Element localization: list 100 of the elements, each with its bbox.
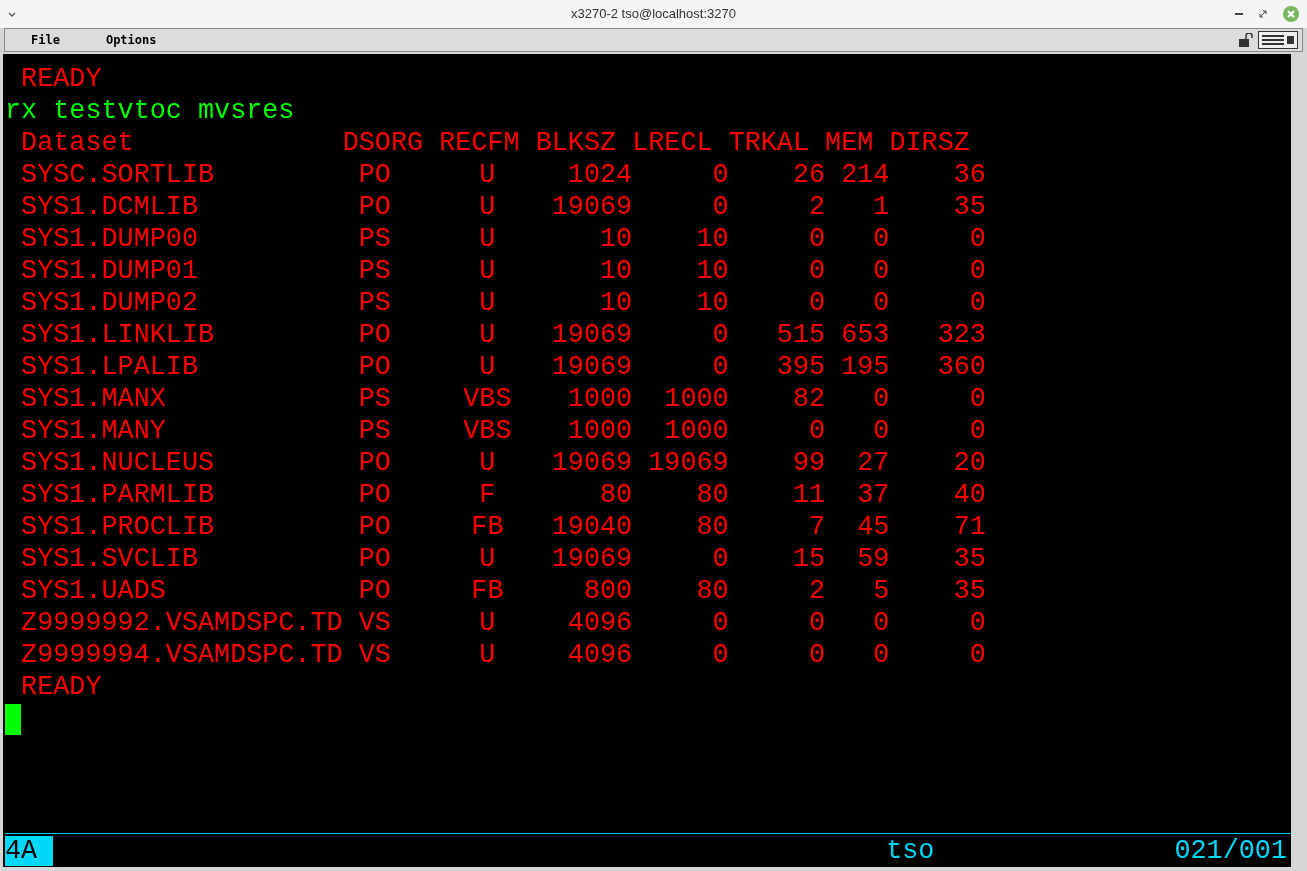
table-cell: 0 (712, 320, 729, 350)
table-cell: SYS1.NUCLEUS (21, 448, 215, 478)
table-cell: 800 (583, 576, 633, 606)
table-cell: 27 (857, 448, 890, 478)
table-cell: 80 (696, 576, 729, 606)
column-header: MEM (825, 127, 875, 159)
table-cell: 1000 (664, 416, 729, 446)
window-title: x3270-2 tso@localhost:3270 (571, 5, 736, 24)
table-cell: U (479, 448, 496, 478)
table-cell: 1000 (567, 384, 633, 414)
table-cell: 323 (937, 320, 986, 350)
table-cell: VBS (463, 384, 512, 414)
table-cell: 99 (792, 448, 826, 478)
table-cell: U (479, 352, 496, 382)
table-cell: U (479, 544, 496, 574)
table-cell: 0 (873, 640, 890, 670)
table-cell: 45 (857, 512, 890, 542)
table-cell: 80 (599, 480, 633, 510)
table-cell: Z9999992.VSAMDSPC.TD (21, 608, 343, 638)
table-cell: 0 (969, 384, 986, 414)
padlock-icon[interactable] (1238, 33, 1254, 47)
table-cell: 0 (969, 224, 986, 254)
table-cell: 0 (809, 640, 826, 670)
table-cell: SYS1.LINKLIB (21, 320, 215, 350)
table-cell: 1000 (664, 384, 729, 414)
table-cell: 37 (857, 480, 890, 510)
table-cell: PS (358, 288, 391, 318)
table-cell: 195 (841, 352, 890, 382)
table-cell: U (479, 288, 496, 318)
output-line: READY (20, 671, 102, 703)
table-cell: SYS1.MANX (21, 384, 166, 414)
column-header: BLKSZ (535, 127, 618, 159)
table-cell: PS (358, 416, 391, 446)
menu-item[interactable]: Options (79, 31, 183, 49)
table-cell: 214 (841, 160, 890, 190)
table-cell: 1 (873, 192, 890, 222)
table-cell: 1024 (567, 160, 633, 190)
table-cell: SYS1.LPALIB (21, 352, 198, 382)
column-header: LRECL (632, 127, 714, 159)
table-cell: 35 (953, 576, 986, 606)
table-cell: 0 (873, 288, 890, 318)
chevron-icon[interactable] (8, 11, 16, 17)
table-cell: 20 (953, 448, 986, 478)
menu-item[interactable]: File (5, 31, 80, 49)
table-cell: SYS1.MANY (21, 416, 166, 446)
table-cell: 2 (809, 576, 826, 606)
table-cell: 19069 (551, 192, 633, 222)
table-cell: SYS1.DUMP00 (21, 224, 198, 254)
table-cell: 10 (599, 256, 633, 286)
table-cell: 82 (792, 384, 826, 414)
command-line: rx testvtoc mvsres (5, 95, 295, 127)
table-cell: SYS1.SVCLIB (21, 544, 198, 574)
table-cell: 19069 (648, 448, 729, 478)
table-cell: 0 (712, 192, 729, 222)
table-cell: 0 (873, 416, 890, 446)
table-cell: PS (358, 224, 391, 254)
table-cell: PO (358, 480, 391, 510)
table-cell: PO (358, 576, 391, 606)
table-cell: 5 (873, 576, 890, 606)
table-cell: 0 (969, 416, 986, 446)
table-cell: 19069 (551, 320, 633, 350)
table-cell: SYSC.SORTLIB (21, 160, 215, 190)
table-cell: SYS1.DUMP02 (21, 288, 198, 318)
table-cell: 40 (953, 480, 986, 510)
table-cell: 11 (792, 480, 826, 510)
table-cell: 0 (873, 256, 890, 286)
table-cell: PO (358, 192, 391, 222)
table-cell: 0 (809, 288, 826, 318)
table-cell: PO (358, 320, 391, 350)
table-cell: 0 (712, 544, 729, 574)
table-cell: 10 (599, 288, 633, 318)
maximize-icon[interactable] (1259, 10, 1267, 18)
table-cell: Z9999994.VSAMDSPC.TD (21, 640, 343, 670)
table-cell: 0 (809, 224, 826, 254)
table-cell: PS (358, 256, 391, 286)
user-label: tso (886, 834, 935, 867)
text-cursor (5, 703, 21, 735)
table-cell: VBS (463, 416, 512, 446)
output-line: READY (20, 63, 102, 95)
table-cell: SYS1.UADS (21, 576, 166, 606)
table-cell: 80 (696, 512, 729, 542)
table-cell: 0 (873, 384, 890, 414)
table-cell: 0 (969, 288, 986, 318)
table-cell: 0 (873, 608, 890, 638)
table-cell: 0 (873, 224, 890, 254)
table-cell: 395 (776, 352, 826, 382)
table-cell: U (479, 160, 496, 190)
table-cell: U (479, 640, 496, 670)
table-cell: U (479, 192, 496, 222)
table-cell: 36 (953, 160, 986, 190)
table-cell: 80 (696, 480, 729, 510)
keyboard-icon[interactable] (1258, 31, 1298, 49)
mode-indicator: 4A (5, 835, 54, 866)
table-cell: 10 (696, 288, 729, 318)
table-cell: 0 (809, 256, 826, 286)
column-header: Dataset (20, 127, 135, 159)
table-cell: SYS1.DCMLIB (21, 192, 198, 222)
table-cell: SYS1.DUMP01 (21, 256, 198, 286)
table-cell: 4096 (567, 640, 633, 670)
table-cell: 19040 (551, 512, 633, 542)
